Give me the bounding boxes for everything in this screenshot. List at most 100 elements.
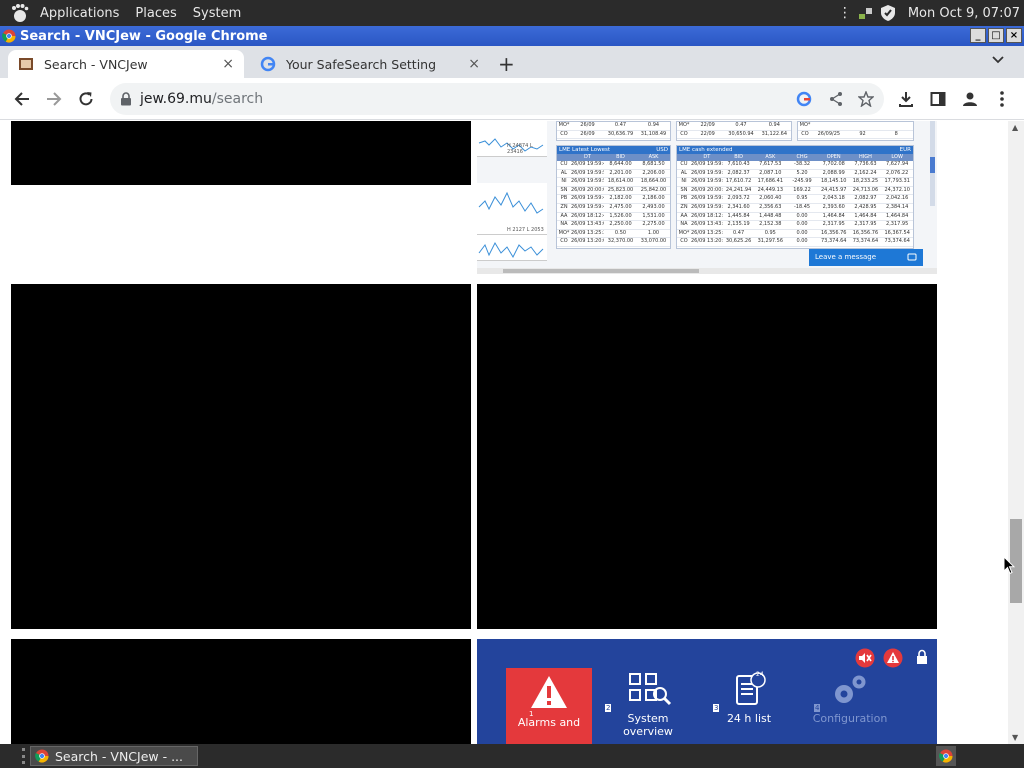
table-cell: 16,356.76 xyxy=(852,229,879,236)
table-cell: 26/09 19:59:56 xyxy=(571,169,604,176)
reload-button[interactable] xyxy=(75,88,97,110)
taskbar-window-button[interactable]: Search - VNCJew - ... xyxy=(30,746,198,766)
table-cell: 1.00 xyxy=(647,229,660,236)
leave-message-label: Leave a message xyxy=(815,253,877,261)
page-scrollbar[interactable]: ▲ ▼ xyxy=(1008,121,1024,744)
system-overview-tile[interactable]: 2 System overview xyxy=(605,668,691,738)
panel-clock[interactable]: Mon Oct 9, 07:07 xyxy=(908,6,1020,21)
places-menu[interactable]: Places xyxy=(127,6,184,21)
24h-list-tile[interactable]: 24 3 24 h list xyxy=(706,668,792,725)
forward-button[interactable] xyxy=(43,88,65,110)
kebab-icon[interactable]: ⋮ xyxy=(838,5,852,21)
bookmark-star-icon[interactable] xyxy=(858,91,874,107)
maximize-button[interactable]: □ xyxy=(988,28,1004,43)
table-row: AL26/09 19:59:56 2,082.37 2,087.10 5.20 2,08… xyxy=(677,170,913,179)
table-row: AA26/09 18:12:41 1,526.00 1,531.00 xyxy=(557,213,670,222)
tab-safesearch[interactable]: Your SafeSearch Setting × xyxy=(250,50,490,78)
share-icon[interactable] xyxy=(828,91,844,107)
lme-cash-extended-table: LME cash extended EUR DT BID ASK CHG OPEN HIGH… xyxy=(676,145,914,249)
system-menu[interactable]: System xyxy=(185,6,249,21)
table-cell: AL xyxy=(680,169,688,176)
page-content: H 24874 L 23416 H 2127 L 2053 MO* 26/09 0.… xyxy=(0,121,1008,744)
profile-button[interactable] xyxy=(959,88,981,110)
configuration-tile[interactable]: 4 Configuration xyxy=(807,668,893,725)
table-header: LME Latest Lowest USD xyxy=(557,146,670,154)
vnc-thumbnail-scada[interactable]: 1 Alarms and 2 System overview 24 3 24 h… xyxy=(477,639,937,744)
minimize-button[interactable]: _ xyxy=(970,28,986,43)
vnc-thumbnail-black[interactable] xyxy=(11,121,471,185)
table-row: MO* 22/09 0.47 0.94 xyxy=(677,122,791,131)
url-host: jew.69.mu xyxy=(140,91,212,107)
tab-close-icon[interactable]: × xyxy=(222,56,234,72)
table-row: AL26/09 19:59:56 2,201.00 2,206.00 xyxy=(557,170,670,179)
table-cell: NA xyxy=(680,221,688,228)
tab-close-icon[interactable]: × xyxy=(468,56,480,72)
table-cell: 26/09 18:12:41 xyxy=(691,212,723,219)
table-cell: 2,076.22 xyxy=(886,169,909,176)
table-cell: 2,206.00 xyxy=(642,169,665,176)
table-cell: 26/09 19:59:48 xyxy=(571,161,604,167)
table-row: NA26/09 13:43:07 2,135.19 2,152.38 0.00 2,31… xyxy=(677,221,913,230)
shield-icon[interactable] xyxy=(880,4,896,22)
table-cell: 24,449.13 xyxy=(757,186,784,193)
window-title: Search - VNCJew - Google Chrome xyxy=(20,28,268,44)
mute-icon xyxy=(855,648,875,668)
address-bar[interactable]: jew.69.mu/search xyxy=(110,83,884,115)
table-cell: 2,082.37 xyxy=(727,169,750,176)
table-cell: 0.50 xyxy=(614,229,627,236)
table-cell: 17,610.72 xyxy=(725,178,752,185)
gnome-bottom-panel: Search - VNCJew - ... xyxy=(0,744,1024,768)
table-cell: SN xyxy=(560,186,568,193)
table-cell: 26/09 13:25:36 xyxy=(571,229,604,236)
tile-number: 2 xyxy=(605,704,612,712)
table-row: AA26/09 18:12:41 1,445.84 1,448.48 0.00 1,46… xyxy=(677,213,913,222)
tray-chrome-button[interactable] xyxy=(936,746,956,766)
tab-search-chevron-icon[interactable] xyxy=(992,56,1004,64)
back-arrow-icon xyxy=(14,92,29,106)
table-row: PB26/09 19:59:45 2,182.00 2,186.00 xyxy=(557,195,670,204)
gnome-foot-icon[interactable] xyxy=(8,3,30,23)
tab-strip: Search - VNCJew × Your SafeSearch Settin… xyxy=(0,46,1024,78)
table-cell: 26/09 20:00:00 xyxy=(571,186,604,193)
leave-message-widget[interactable]: Leave a message xyxy=(809,249,923,266)
tab-search-vncjew[interactable]: Search - VNCJew × xyxy=(8,50,244,78)
lme-top-partial: MO* 22/09 0.47 0.94 CO 22/09 30,650.94 31,122.… xyxy=(676,121,792,141)
warning-icon xyxy=(883,648,903,668)
lme-horizontal-scrollbar[interactable] xyxy=(477,268,937,274)
tile-number: 1 xyxy=(529,710,534,718)
taskbar-grip[interactable] xyxy=(22,748,25,764)
vnc-thumbnail-lme[interactable]: H 24874 L 23416 H 2127 L 2053 MO* 26/09 0.… xyxy=(477,121,937,274)
table-cell: 2,384.14 xyxy=(886,203,909,210)
scroll-down-arrow-icon[interactable]: ▼ xyxy=(1012,733,1018,742)
vncjew-favicon-icon xyxy=(19,58,33,70)
applications-menu[interactable]: Applications xyxy=(32,6,127,21)
table-cell: AA xyxy=(680,212,688,219)
chrome-menu-button[interactable] xyxy=(991,88,1013,110)
lock-icon xyxy=(917,649,927,664)
table-row: MO* 26/09 0.47 0.94 xyxy=(557,122,670,131)
table-cell: 0.00 xyxy=(796,221,808,228)
table-row: NI 26/09 19:59:5918,614.00 18,664.00 xyxy=(557,178,670,187)
table-cell: 1,464.84 xyxy=(886,212,909,219)
table-cell: 18,664.00 xyxy=(640,178,667,185)
lme-vertical-scrollbar[interactable] xyxy=(930,121,935,206)
side-panel-button[interactable] xyxy=(927,88,949,110)
network-icon[interactable] xyxy=(858,5,874,21)
table-cell: 7,610.43 xyxy=(727,161,750,167)
vnc-thumbnail-black[interactable] xyxy=(11,284,471,629)
scroll-up-arrow-icon[interactable]: ▲ xyxy=(1012,123,1018,132)
lock-icon[interactable] xyxy=(120,92,132,106)
tab-label: Search - VNCJew xyxy=(44,56,148,72)
google-lens-icon[interactable] xyxy=(796,91,812,107)
downloads-button[interactable] xyxy=(895,88,917,110)
table-cell: 2,250.00 xyxy=(609,221,632,228)
vnc-thumbnail-black[interactable] xyxy=(477,284,937,629)
alarms-tile[interactable]: 1 Alarms and xyxy=(506,668,592,744)
back-button[interactable] xyxy=(11,88,33,110)
window-titlebar[interactable]: Search - VNCJew - Google Chrome _ □ × xyxy=(0,26,1024,46)
close-window-button[interactable]: × xyxy=(1006,28,1022,43)
vnc-thumbnail-black[interactable] xyxy=(11,639,471,744)
new-tab-button[interactable]: + xyxy=(498,52,515,76)
configuration-label: Configuration xyxy=(812,712,888,725)
table-cell: 2,428.95 xyxy=(854,203,877,210)
